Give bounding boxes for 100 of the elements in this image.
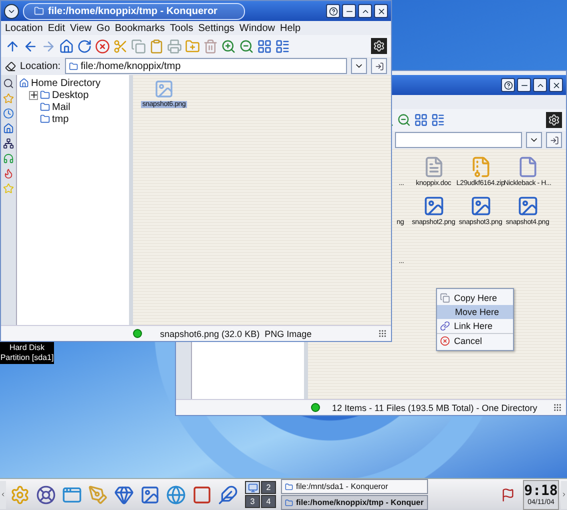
desktop-pager-button[interactable]: 2 [261, 481, 276, 494]
home-icon [19, 78, 29, 88]
flame-icon[interactable] [3, 168, 14, 179]
dropdown-button[interactable] [526, 132, 542, 148]
enter-icon [374, 62, 384, 70]
menu-item[interactable]: Go [96, 22, 110, 34]
folder-icon [285, 482, 293, 490]
menu-item[interactable]: Settings [198, 22, 234, 34]
tree-item[interactable]: Home Directory [31, 78, 100, 88]
folder-icon [40, 102, 50, 112]
task-title: file:/home/knoppix/tmp - Konquer [296, 498, 424, 507]
zoom-out-icon[interactable] [239, 38, 254, 54]
menu-item[interactable]: Window [239, 22, 275, 34]
folder-icon [68, 62, 78, 70]
menu-item[interactable]: Cancel [437, 333, 513, 348]
network-icon[interactable] [3, 138, 14, 149]
tree-item[interactable]: Desktop [52, 90, 89, 100]
image-icon[interactable] [516, 195, 538, 217]
clock-icon[interactable] [3, 108, 14, 119]
menu-item[interactable]: Tools [170, 22, 194, 34]
menu-item[interactable]: Location [5, 22, 43, 34]
menu-item[interactable]: Help [280, 22, 301, 34]
clear-icon[interactable] [5, 60, 16, 72]
zoom-out-icon[interactable] [397, 113, 411, 127]
desktop-pager-button[interactable]: 4 [261, 495, 276, 508]
minimize-button[interactable] [342, 4, 356, 18]
go-button[interactable] [546, 132, 562, 148]
menu-item[interactable]: Edit [48, 22, 66, 34]
location-field[interactable]: file:/home/knoppix/tmp [64, 58, 347, 74]
expander[interactable] [29, 90, 38, 100]
maximize-button[interactable] [358, 4, 372, 18]
dropdown-button[interactable] [351, 58, 367, 74]
resize-grip-icon [553, 403, 562, 412]
resize-grip-icon [378, 329, 387, 338]
icon-view-icon[interactable] [257, 38, 272, 54]
close-button[interactable] [549, 78, 563, 92]
image-icon[interactable] [470, 195, 492, 217]
tree-item[interactable]: Mail [52, 102, 70, 112]
menu-item[interactable]: Bookmarks [114, 22, 165, 34]
status-dot [133, 329, 142, 338]
menu-item[interactable]: Copy Here [437, 291, 513, 305]
desktop-pager-button[interactable]: 3 [245, 495, 260, 508]
gear-icon [373, 40, 385, 52]
home-icon[interactable] [59, 38, 74, 54]
gear-button[interactable] [371, 38, 387, 54]
frame-icon[interactable] [192, 484, 212, 504]
search-icon[interactable] [3, 78, 14, 89]
globe-icon[interactable] [166, 484, 186, 504]
menu-item[interactable]: View [70, 22, 92, 34]
panel-handle[interactable] [561, 480, 567, 508]
close-button[interactable] [374, 4, 388, 18]
location-text: file:/home/knoppix/tmp [80, 60, 181, 72]
menu-item[interactable]: Move Here [437, 305, 513, 319]
star-icon[interactable] [3, 183, 14, 194]
crystal-icon[interactable] [114, 484, 134, 504]
gear-button[interactable] [546, 112, 562, 128]
location-field[interactable] [395, 132, 522, 148]
list-view-icon[interactable] [431, 113, 445, 127]
go-button[interactable] [371, 58, 387, 74]
stop-icon[interactable] [95, 38, 110, 54]
desktop-icon-label[interactable]: Hard Disk Partition [sda1] [0, 342, 54, 364]
tree-item[interactable]: tmp [52, 114, 69, 124]
cancel-icon [440, 336, 450, 346]
folder-icon [40, 114, 50, 124]
task-button[interactable]: file:/home/knoppix/tmp - Konquer [281, 495, 428, 510]
help-icon [328, 6, 338, 16]
icon-view-icon[interactable] [414, 113, 428, 127]
zoom-in-icon[interactable] [221, 38, 236, 54]
folder-icon [40, 90, 50, 100]
help-icon [504, 80, 512, 90]
monitor-icon [248, 482, 258, 492]
clipboard-icon[interactable] [149, 38, 164, 54]
headphones-icon[interactable] [3, 153, 14, 164]
status-text: snapshot6.png (32.0 KB) PNG Image [159, 328, 313, 338]
plus-icon [30, 92, 36, 98]
window-icon[interactable] [62, 484, 82, 504]
desktop-pager-button[interactable] [245, 481, 260, 494]
flag-icon[interactable] [501, 488, 515, 502]
feather-icon[interactable] [218, 484, 238, 504]
image-icon[interactable] [422, 195, 444, 217]
help-button[interactable] [501, 78, 515, 92]
maximize-button[interactable] [533, 78, 547, 92]
lifebuoy-icon[interactable] [36, 484, 56, 504]
picture-icon[interactable] [140, 484, 160, 504]
minimize-button[interactable] [517, 78, 531, 92]
reload-icon[interactable] [77, 38, 92, 54]
task-button[interactable]: file:/mnt/sda1 - Konqueror [281, 479, 428, 494]
panel-handle[interactable] [0, 480, 6, 508]
close-icon [552, 80, 560, 90]
arrow-right-icon [561, 491, 567, 498]
help-button[interactable] [326, 4, 340, 18]
list-view-icon[interactable] [275, 38, 290, 54]
link-icon [440, 321, 450, 331]
menu-item[interactable]: Link Here [437, 319, 513, 333]
home-icon[interactable] [3, 123, 14, 134]
close-icon [376, 6, 386, 16]
window-menu-button[interactable] [4, 4, 19, 18]
enter-icon [550, 136, 558, 144]
star-icon[interactable] [3, 93, 14, 104]
task-title: file:/mnt/sda1 - Konqueror [296, 482, 388, 491]
